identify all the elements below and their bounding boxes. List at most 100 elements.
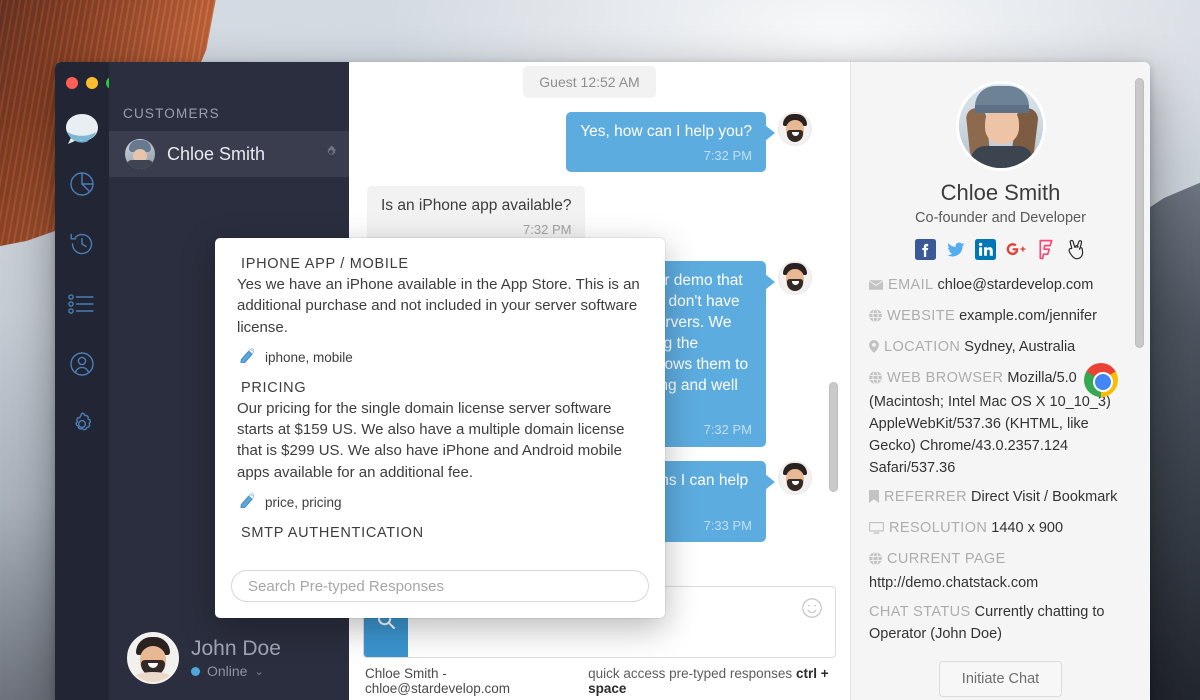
operator-name: John Doe [191, 637, 281, 660]
operator-status[interactable]: Online ⌄ [191, 663, 281, 679]
pie-chart-icon [68, 170, 96, 198]
pretyped-response-tag-text: price, pricing [265, 495, 342, 511]
detail-label: WEB BROWSER [887, 370, 1004, 387]
pretyped-response-title: SMTP AUTHENTICATION [241, 525, 424, 542]
detail-row-location: LOCATION Sydney, Australia [869, 336, 1132, 360]
peace-hand-icon[interactable] [1065, 238, 1087, 260]
avatar [125, 139, 155, 169]
detail-value: 1440 x 900 [991, 520, 1064, 537]
desktop-background: CUSTOMERS Chloe Smith John Doe Online ⌄ … [0, 0, 1200, 700]
message-bubble-outgoing: Yes, how can I help you? 7:32 PM [566, 112, 775, 173]
detail-label: WEBSITE [887, 308, 956, 325]
sidebar-item-transcripts[interactable] [55, 274, 109, 334]
google-plus-icon[interactable] [1005, 238, 1027, 260]
chat-scrollbar-thumb[interactable] [829, 382, 838, 492]
composer-meta: Chloe Smith - chloe@stardevelop.com quic… [363, 658, 836, 696]
globe-icon [869, 369, 882, 391]
sidebar-item-history[interactable] [55, 214, 109, 274]
pretyped-response-item[interactable]: IPHONE APP / MOBILE Yes we have an iPhon… [237, 256, 643, 368]
pretyped-response-item[interactable]: SMTP AUTHENTICATION [237, 525, 643, 541]
composer-hint-text: quick access pre-typed responses [588, 666, 793, 681]
detail-value: Sydney, Australia [964, 339, 1076, 356]
message-time: 7:32 PM [523, 222, 572, 238]
pretyped-response-body: Yes we have an iPhone available in the A… [237, 276, 640, 336]
twitter-icon[interactable] [945, 238, 967, 260]
sidebar-item-account[interactable] [55, 334, 109, 394]
avatar [778, 460, 812, 495]
online-status-dot-icon [191, 666, 200, 676]
pretyped-response-item[interactable]: PRICING Our pricing for the single domai… [237, 380, 643, 513]
detail-row-resolution: RESOLUTION 1440 x 900 [869, 517, 1132, 541]
pretyped-responses-list: IPHONE APP / MOBILE Yes we have an iPhon… [215, 238, 665, 564]
operator-profile[interactable]: John Doe Online ⌄ [109, 620, 349, 700]
guest-timestamp: Guest 12:52 AM [523, 66, 656, 98]
history-clock-icon [68, 230, 96, 258]
linkedin-icon[interactable] [975, 238, 997, 260]
detail-value: Direct Visit / Bookmark [971, 489, 1118, 506]
message-row: Yes, how can I help you? 7:32 PM [367, 112, 812, 173]
chevron-down-icon[interactable]: ⌄ [254, 665, 263, 678]
detail-row-chat-status: CHAT STATUS Currently chatting to Operat… [869, 601, 1132, 645]
envelope-icon [869, 276, 883, 298]
avatar [778, 112, 812, 146]
visitor-detail-rows: EMAIL chloe@stardevelop.com WEBSITE exam… [869, 274, 1132, 645]
smiley-icon[interactable] [801, 597, 823, 624]
pretyped-search-input[interactable] [231, 570, 649, 602]
social-links [869, 238, 1132, 260]
detail-value[interactable]: http://demo.chatstack.com [869, 575, 1038, 591]
composer-hint: quick access pre-typed responses ctrl + … [588, 666, 832, 696]
pretyped-response-title: PRICING [241, 379, 307, 396]
chrome-browser-icon [1084, 363, 1118, 398]
detail-row-website: WEBSITE example.com/jennifer [869, 305, 1132, 329]
message-text: Is an iPhone app available? [381, 197, 572, 215]
avatar [778, 260, 812, 295]
pretyped-responses-popup: IPHONE APP / MOBILE Yes we have an iPhon… [215, 238, 665, 618]
customer-row-chloe-smith[interactable]: Chloe Smith [109, 131, 349, 177]
operator-avatar [127, 632, 179, 684]
visitor-info-panel: Chloe Smith Co-founder and Developer EMA… [850, 62, 1150, 700]
customer-settings-gear-icon[interactable] [323, 144, 339, 165]
pretyped-search-area [215, 564, 665, 618]
detail-label: CHAT STATUS [869, 604, 971, 621]
visitor-name: Chloe Smith [940, 180, 1061, 205]
monitor-icon [869, 519, 884, 541]
user-circle-icon [68, 350, 96, 378]
detail-value: chloe@stardevelop.com [937, 277, 1094, 293]
sidebar-item-reports[interactable] [55, 154, 109, 214]
visitor-avatar [958, 84, 1043, 168]
pretyped-response-body: Our pricing for the single domain licens… [237, 399, 625, 481]
composer-identity: Chloe Smith - chloe@stardevelop.com [365, 666, 511, 696]
visitor-role: Co-founder and Developer [915, 210, 1086, 226]
detail-row-email: EMAIL chloe@stardevelop.com [869, 274, 1132, 298]
pretyped-response-tag-text: iphone, mobile [265, 349, 353, 365]
foursquare-icon[interactable] [1035, 238, 1057, 260]
bookmark-icon [869, 488, 879, 510]
navigation-rail [55, 62, 118, 700]
detail-value: example.com/jennifer [959, 308, 1097, 325]
detail-label: REFERRER [884, 489, 967, 506]
initiate-chat-button[interactable]: Initiate Chat [938, 661, 1063, 698]
operator-status-label: Online [207, 663, 248, 679]
detail-label: EMAIL [888, 277, 934, 293]
info-scrollbar-thumb[interactable] [1135, 78, 1144, 348]
pretyped-response-tags: price, pricing [237, 492, 643, 513]
gear-icon [67, 409, 97, 439]
close-button[interactable] [66, 77, 78, 89]
pretyped-response-title: IPHONE APP / MOBILE [241, 256, 409, 272]
customers-heading: CUSTOMERS [123, 106, 220, 121]
chat-bubble-logo-icon[interactable] [60, 110, 104, 154]
tag-icon [239, 492, 256, 513]
customer-name: Chloe Smith [167, 143, 266, 164]
chat-application-window: CUSTOMERS Chloe Smith John Doe Online ⌄ … [55, 62, 1150, 700]
facebook-icon[interactable] [915, 238, 937, 260]
detail-label: RESOLUTION [889, 520, 988, 537]
detail-row-referrer: REFERRER Direct Visit / Bookmark [869, 486, 1132, 510]
minimize-button[interactable] [86, 77, 98, 89]
globe-icon [869, 550, 882, 572]
message-time: 7:32 PM [703, 147, 752, 163]
detail-row-web-browser: WEB BROWSER Mozilla/5.0 (Macintosh; Inte… [869, 363, 1132, 479]
detail-label: CURRENT PAGE [887, 551, 1006, 568]
pretyped-response-tags: iphone, mobile [237, 347, 643, 368]
detail-row-current-page: CURRENT PAGE http://demo.chatstack.com [869, 548, 1132, 594]
sidebar-item-settings[interactable] [55, 394, 109, 454]
